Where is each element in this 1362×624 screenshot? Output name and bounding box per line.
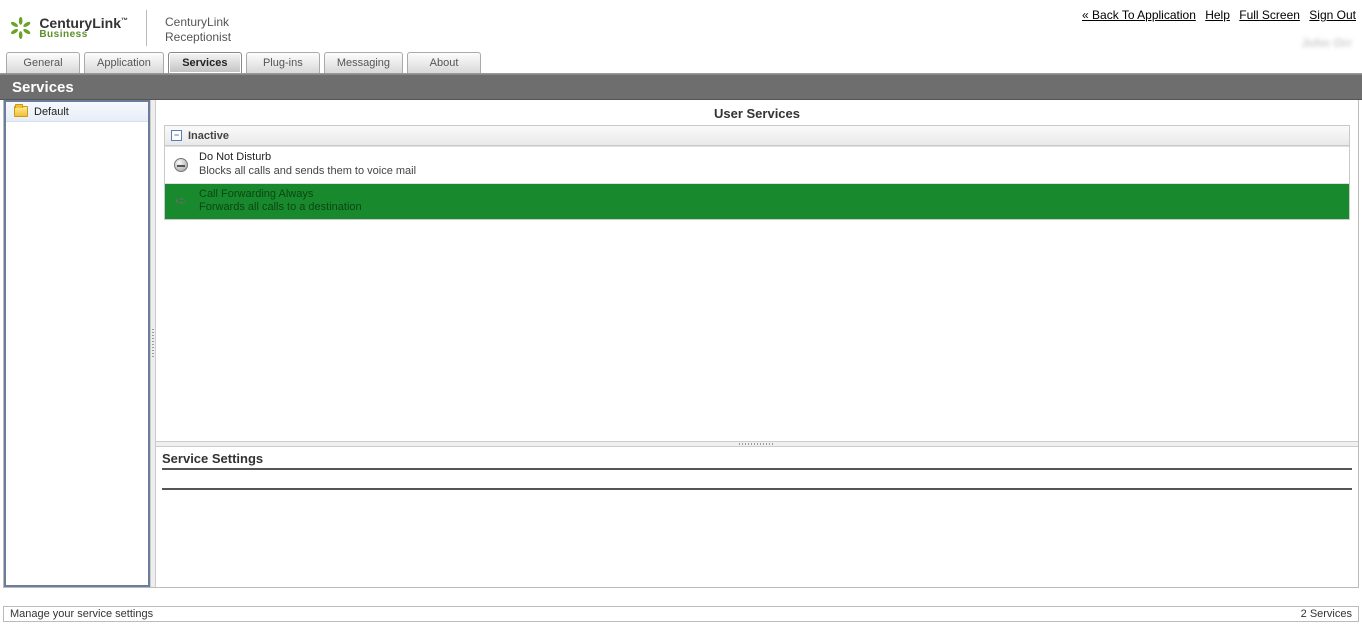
- sidebar-item-default[interactable]: Default: [6, 102, 148, 122]
- tab-general[interactable]: General: [6, 52, 80, 73]
- page-title: Services: [12, 79, 74, 96]
- service-row-cfa[interactable]: ➪ Call Forwarding Always Forwards all ca…: [165, 183, 1349, 220]
- sidebar: Default: [4, 100, 150, 587]
- help-link[interactable]: Help: [1205, 8, 1230, 22]
- brand-sub: Business: [39, 30, 128, 40]
- service-row-dnd[interactable]: Do Not Disturb Blocks all calls and send…: [165, 146, 1349, 183]
- tab-services[interactable]: Services: [168, 52, 242, 73]
- header: CenturyLink™ Business CenturyLink Recept…: [0, 0, 1362, 52]
- username-label: John Orr: [1076, 36, 1356, 50]
- service-desc: Blocks all calls and sends them to voice…: [199, 165, 416, 179]
- tab-about[interactable]: About: [407, 52, 481, 73]
- service-settings-title: Service Settings: [162, 451, 1352, 470]
- service-desc: Forwards all calls to a destination: [199, 201, 362, 215]
- dnd-icon: [173, 157, 189, 173]
- service-name: Call Forwarding Always: [199, 188, 362, 202]
- brand-name: CenturyLink™: [39, 16, 128, 30]
- status-bar: Manage your service settings 2 Services: [3, 606, 1359, 622]
- content-area: Default User Services − Inactive Do Not …: [3, 100, 1359, 588]
- main-panel: User Services − Inactive Do Not Disturb …: [156, 100, 1358, 587]
- collapse-icon[interactable]: −: [171, 130, 182, 141]
- signout-link[interactable]: Sign Out: [1309, 8, 1356, 22]
- tab-plugins[interactable]: Plug-ins: [246, 52, 320, 73]
- tab-application[interactable]: Application: [84, 52, 164, 73]
- settings-divider: [162, 488, 1352, 490]
- service-settings-panel: Service Settings: [156, 447, 1358, 587]
- group-header-label: Inactive: [188, 130, 229, 142]
- sidebar-item-label: Default: [34, 106, 69, 118]
- fullscreen-link[interactable]: Full Screen: [1239, 8, 1300, 22]
- service-name: Do Not Disturb: [199, 151, 416, 165]
- inactive-group-header[interactable]: − Inactive: [165, 126, 1349, 146]
- centurylink-star-icon: [8, 15, 33, 41]
- tab-messaging[interactable]: Messaging: [324, 52, 403, 73]
- app-name: CenturyLink Receptionist: [165, 11, 231, 45]
- top-links: « Back To Application Help Full Screen S…: [1076, 4, 1356, 22]
- status-text-left: Manage your service settings: [10, 608, 153, 620]
- tab-row: General Application Services Plug-ins Me…: [0, 52, 1362, 74]
- inactive-group: − Inactive Do Not Disturb Blocks all cal…: [164, 125, 1350, 220]
- brand-logo: CenturyLink™ Business: [8, 15, 128, 41]
- back-to-app-link[interactable]: « Back To Application: [1082, 8, 1196, 22]
- logo-block: CenturyLink™ Business CenturyLink Recept…: [8, 4, 231, 46]
- folder-icon: [14, 106, 28, 117]
- header-divider: [146, 10, 147, 46]
- user-services-title: User Services: [156, 100, 1358, 125]
- forward-icon: ➪: [173, 193, 189, 209]
- page-title-bar: Services: [0, 74, 1362, 100]
- status-text-right: 2 Services: [1301, 608, 1352, 620]
